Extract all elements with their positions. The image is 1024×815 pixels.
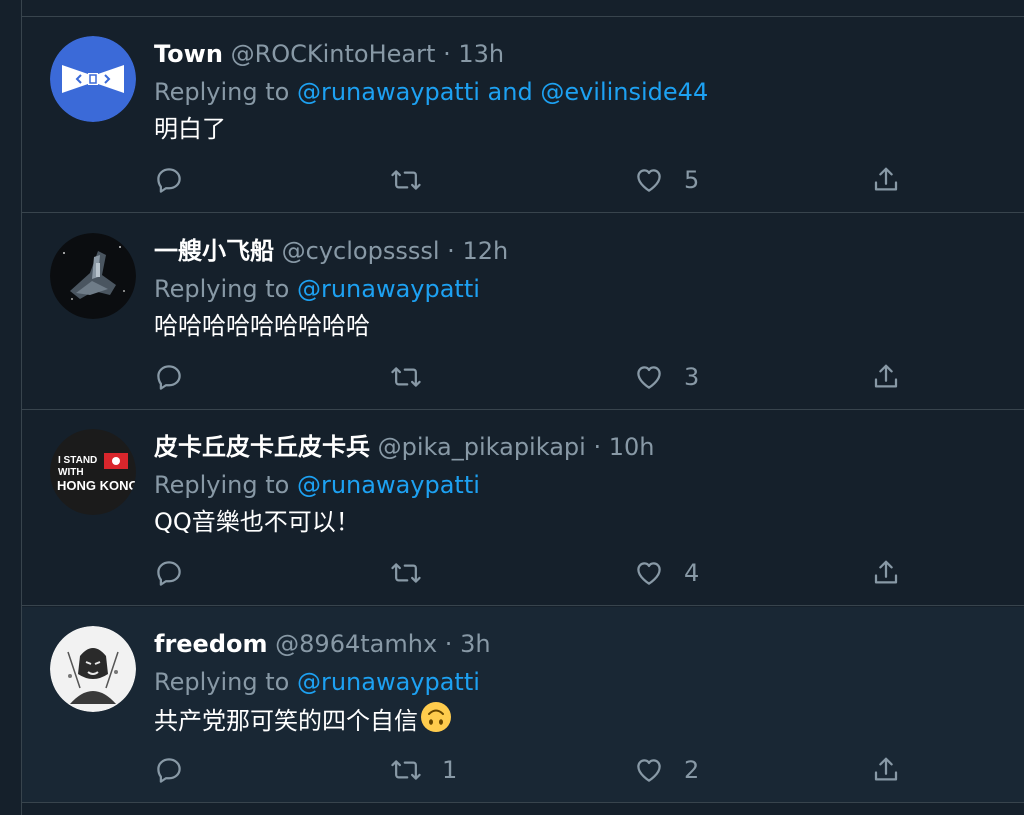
avatar[interactable] [50, 626, 136, 712]
reply-button[interactable] [154, 556, 204, 590]
display-name[interactable]: 皮卡丘皮卡丘皮卡兵 [154, 433, 370, 461]
replying-to-label: Replying to [154, 275, 290, 303]
tweet-reply[interactable]: Town @ROCKintoHeart · 13h Replying to @r… [22, 17, 1024, 213]
retweet-button[interactable]: 1 [390, 753, 457, 787]
reply-icon [157, 365, 181, 390]
conversation-thread: Town @ROCKintoHeart · 13h Replying to @r… [21, 0, 1024, 815]
separator-dot: · [593, 433, 602, 461]
mention-link[interactable]: @runawaypatti and @evilinside44 [297, 78, 708, 106]
separator-dot: · [447, 237, 455, 265]
tweet-actions: 1 2 [154, 753, 934, 787]
like-button[interactable]: 3 [634, 360, 699, 394]
replying-to: Replying to @runawaypatti [154, 665, 480, 699]
heart-icon [637, 169, 661, 192]
like-count: 4 [684, 559, 700, 587]
tweet-reply[interactable]: freedom @8964tamhx · 3h Replying to @run… [22, 607, 1024, 803]
timestamp[interactable]: 12h [462, 237, 508, 265]
avatar[interactable] [50, 36, 136, 122]
avatar[interactable] [50, 233, 136, 319]
tweet-header: 一艘小飞船 @cyclopssssl · 12h [154, 234, 508, 268]
share-button[interactable] [871, 753, 901, 787]
mention-link[interactable]: @runawaypatti [297, 668, 480, 696]
separator-dot: · [444, 630, 453, 658]
reply-button[interactable] [154, 753, 204, 787]
heart-icon [637, 562, 661, 585]
avatar-text-line: WITH [58, 467, 84, 478]
like-count: 3 [684, 363, 700, 391]
reply-icon [157, 561, 181, 586]
divider [22, 802, 1024, 803]
timestamp[interactable]: 10h [609, 433, 655, 461]
tweet-header: Town @ROCKintoHeart · 13h [154, 37, 504, 71]
retweet-icon [391, 170, 421, 190]
like-button[interactable]: 2 [634, 753, 699, 787]
heart-icon [637, 366, 661, 389]
timestamp[interactable]: 13h [458, 40, 504, 68]
divider [22, 605, 1024, 606]
tweet-header: freedom @8964tamhx · 3h [154, 627, 491, 661]
like-button[interactable]: 5 [634, 163, 699, 197]
reply-button[interactable] [154, 163, 204, 197]
share-icon [874, 757, 898, 781]
display-name[interactable]: 一艘小飞船 [154, 237, 274, 265]
share-icon [874, 560, 898, 584]
retweet-button[interactable] [390, 163, 442, 197]
replying-to-label: Replying to [154, 668, 290, 696]
retweet-button[interactable] [390, 360, 442, 394]
reply-icon [157, 168, 181, 193]
user-handle[interactable]: @8964tamhx [275, 630, 437, 658]
display-name[interactable]: freedom [154, 630, 268, 658]
avatar-text-line: HONG KONG [57, 478, 136, 493]
replying-to-label: Replying to [154, 471, 290, 499]
retweet-icon [391, 563, 421, 583]
share-icon [874, 364, 898, 388]
user-handle[interactable]: @pika_pikapikapi [378, 433, 586, 461]
tweet-text: 共产党那可笑的四个自信 [154, 707, 418, 735]
separator-dot: · [443, 40, 451, 68]
user-handle[interactable]: @cyclopssssl [282, 237, 440, 265]
tweet-body: 共产党那可笑的四个自信 [154, 701, 452, 737]
avatar[interactable]: I STAND WITH HONG KONG [50, 429, 136, 515]
retweet-icon [391, 367, 421, 387]
mention-link[interactable]: @runawaypatti [297, 471, 480, 499]
tweet-text: 明白了 [154, 115, 226, 143]
tweet-actions: 3 [154, 360, 934, 394]
user-handle[interactable]: @ROCKintoHeart [231, 40, 436, 68]
like-button[interactable]: 4 [634, 556, 699, 590]
retweet-count: 1 [442, 756, 458, 784]
tweet-actions: 5 [154, 163, 934, 197]
like-count: 2 [684, 756, 700, 784]
share-button[interactable] [871, 556, 901, 590]
mention-link[interactable]: @runawaypatti [297, 275, 480, 303]
reply-button[interactable] [154, 360, 204, 394]
tweet-text: 哈哈哈哈哈哈哈哈哈 [154, 312, 370, 340]
replying-to: Replying to @runawaypatti [154, 468, 480, 502]
timestamp[interactable]: 3h [460, 630, 490, 658]
avatar-text-line: I STAND [58, 455, 97, 466]
retweet-button[interactable] [390, 556, 442, 590]
share-button[interactable] [871, 360, 901, 394]
tweet-header: 皮卡丘皮卡丘皮卡兵 @pika_pikapikapi · 10h [154, 430, 654, 464]
share-button[interactable] [871, 163, 901, 197]
tweet-actions: 4 [154, 556, 934, 590]
divider [22, 212, 1024, 213]
tweet-reply[interactable]: I STAND WITH HONG KONG 皮卡丘皮卡丘皮卡兵 @pika_p… [22, 410, 1024, 606]
retweet-icon [391, 760, 421, 780]
replying-to: Replying to @runawaypatti and @evilinsid… [154, 75, 708, 109]
share-icon [874, 167, 898, 191]
replying-to-label: Replying to [154, 78, 290, 106]
upside-down-face-icon [420, 701, 452, 743]
tweet-text: QQ音樂也不可以！ [154, 508, 360, 536]
like-count: 5 [684, 166, 700, 194]
heart-icon [637, 759, 661, 782]
display-name[interactable]: Town [154, 40, 223, 68]
tweet-reply[interactable]: 一艘小飞船 @cyclopssssl · 12h Replying to @ru… [22, 214, 1024, 410]
reply-icon [157, 758, 181, 783]
replying-to: Replying to @runawaypatti [154, 272, 480, 306]
